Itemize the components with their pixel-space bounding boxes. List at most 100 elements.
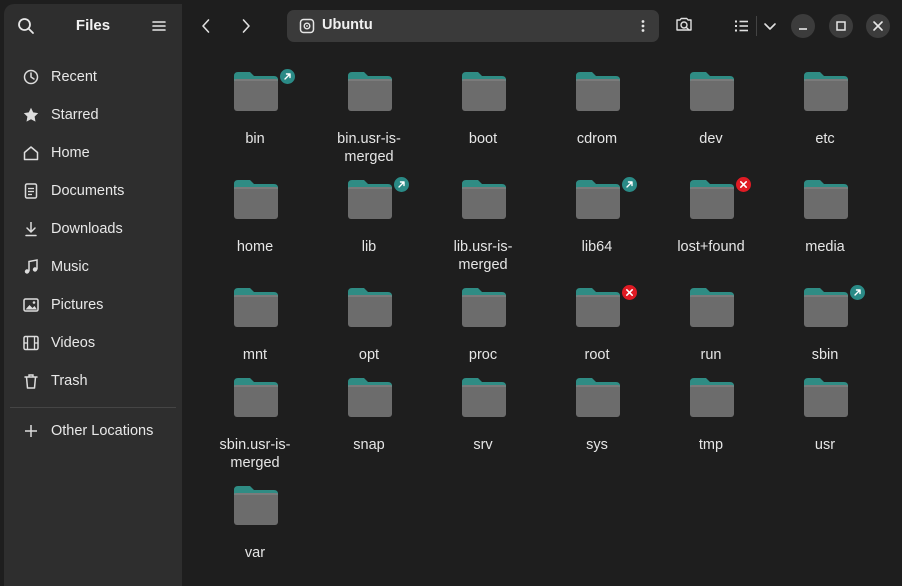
folder-name: opt [358, 347, 380, 363]
folder-item[interactable]: lost+found [654, 177, 768, 278]
folder-item[interactable]: lib.usr-is- merged [426, 178, 540, 278]
folder-item[interactable]: snap [312, 376, 426, 476]
folder-icon [460, 376, 508, 418]
sidebar-item-starred[interactable]: Starred [8, 96, 178, 134]
folder-name: media [805, 239, 845, 255]
minimize-button[interactable] [791, 14, 815, 38]
sidebar-item-label: Videos [51, 335, 96, 351]
folder-name: run [700, 347, 722, 363]
folder-item[interactable]: tmp [654, 376, 768, 476]
sidebar-item-videos[interactable]: Videos [8, 324, 178, 362]
sidebar-item-label: Starred [51, 107, 99, 123]
folder-name: lib64 [581, 239, 613, 255]
folder-icon [346, 178, 394, 220]
folder-item[interactable]: mnt [198, 286, 312, 386]
sidebar-item-other-locations[interactable]: Other Locations [8, 412, 178, 450]
chevron-down-icon[interactable] [760, 16, 780, 36]
folder-icon [346, 70, 394, 112]
folder-icon [574, 376, 622, 418]
folder-name: lost+found [677, 239, 745, 255]
sidebar-places: Recent Starred Home Documents Downloads … [8, 58, 178, 400]
folder-item[interactable]: cdrom [540, 70, 654, 170]
sidebar-item-recent[interactable]: Recent [8, 58, 178, 96]
folder-name: bin.usr-is- merged [337, 131, 401, 165]
folder-item[interactable]: sbin.usr-is- merged [198, 376, 312, 476]
folder-item[interactable]: usr [768, 376, 882, 476]
sidebar-item-pictures[interactable]: Pictures [8, 286, 178, 324]
sidebar-item-music[interactable]: Music [8, 248, 178, 286]
sidebar-item-label: Pictures [51, 297, 104, 313]
folder-item[interactable]: lib [312, 177, 426, 278]
folder-icon [688, 178, 736, 220]
folder-name: cdrom [576, 131, 618, 147]
folder-icon [346, 376, 394, 418]
sidebar: Files Recent Starred Home Documents Down… [4, 4, 182, 586]
sidebar-item-documents[interactable]: Documents [8, 172, 178, 210]
symlink-badge-icon [280, 69, 295, 84]
home-icon [22, 144, 40, 162]
videos-icon [22, 334, 40, 352]
location-label[interactable]: Ubuntu [322, 17, 373, 33]
sidebar-item-label: Documents [51, 183, 125, 199]
folder-item[interactable]: sbin [768, 285, 882, 386]
sidebar-item-label: Trash [51, 373, 88, 389]
folder-name: bin [245, 131, 265, 147]
folder-name: sbin [811, 347, 839, 363]
folder-icon [802, 70, 850, 112]
list-view-icon[interactable] [732, 16, 752, 36]
folder-icon [574, 286, 622, 328]
sidebar-item-label: Other Locations [51, 423, 154, 439]
sidebar-item-label: Music [51, 259, 89, 275]
folder-item[interactable]: root [540, 285, 654, 386]
folder-name: etc [815, 131, 835, 147]
folder-icon [574, 70, 622, 112]
folder-icon [460, 70, 508, 112]
more-options-icon[interactable] [635, 18, 651, 34]
folder-item[interactable]: run [654, 286, 768, 386]
folder-item[interactable]: boot [426, 70, 540, 170]
folder-icon [232, 178, 280, 220]
sidebar-item-trash[interactable]: Trash [8, 362, 178, 400]
folder-item[interactable]: bin [198, 69, 312, 170]
sidebar-divider [10, 407, 176, 408]
folder-item[interactable]: srv [426, 376, 540, 476]
folder-item[interactable]: var [198, 484, 312, 584]
folder-item[interactable]: lib64 [540, 177, 654, 278]
sidebar-header: Files [4, 4, 182, 48]
folder-item[interactable]: proc [426, 286, 540, 386]
folder-icon [574, 178, 622, 220]
folder-icon [688, 376, 736, 418]
folder-icon [802, 286, 850, 328]
symlink-badge-icon [394, 177, 409, 192]
plus-icon [22, 422, 40, 440]
folder-item[interactable]: etc [768, 70, 882, 170]
search-files-icon[interactable] [674, 16, 694, 36]
folder-item[interactable]: media [768, 178, 882, 278]
main-content: Ubuntu bin bin.usr-is- merged boot cdrom… [182, 4, 898, 586]
folder-name: mnt [242, 347, 268, 363]
sidebar-item-label: Recent [51, 69, 97, 85]
folder-icon [688, 286, 736, 328]
documents-icon [22, 182, 40, 200]
drive-icon [299, 18, 315, 34]
sidebar-item-home[interactable]: Home [8, 134, 178, 172]
location-bar[interactable]: Ubuntu [287, 10, 659, 42]
close-button[interactable] [866, 14, 890, 38]
forward-button[interactable] [236, 16, 256, 36]
folder-item[interactable]: bin.usr-is- merged [312, 70, 426, 170]
folder-icon [688, 70, 736, 112]
folder-name: dev [699, 131, 723, 147]
sidebar-item-downloads[interactable]: Downloads [8, 210, 178, 248]
folder-icon [460, 178, 508, 220]
folder-item[interactable]: dev [654, 70, 768, 170]
back-button[interactable] [196, 16, 216, 36]
hamburger-menu-icon[interactable] [150, 17, 168, 35]
folder-icon [460, 286, 508, 328]
folder-item[interactable]: home [198, 178, 312, 278]
maximize-button[interactable] [829, 14, 853, 38]
folder-name: lib.usr-is- merged [453, 239, 513, 273]
folder-icon [802, 178, 850, 220]
folder-item[interactable]: opt [312, 286, 426, 386]
folder-item[interactable]: sys [540, 376, 654, 476]
folder-name: sbin.usr-is- merged [219, 437, 291, 471]
